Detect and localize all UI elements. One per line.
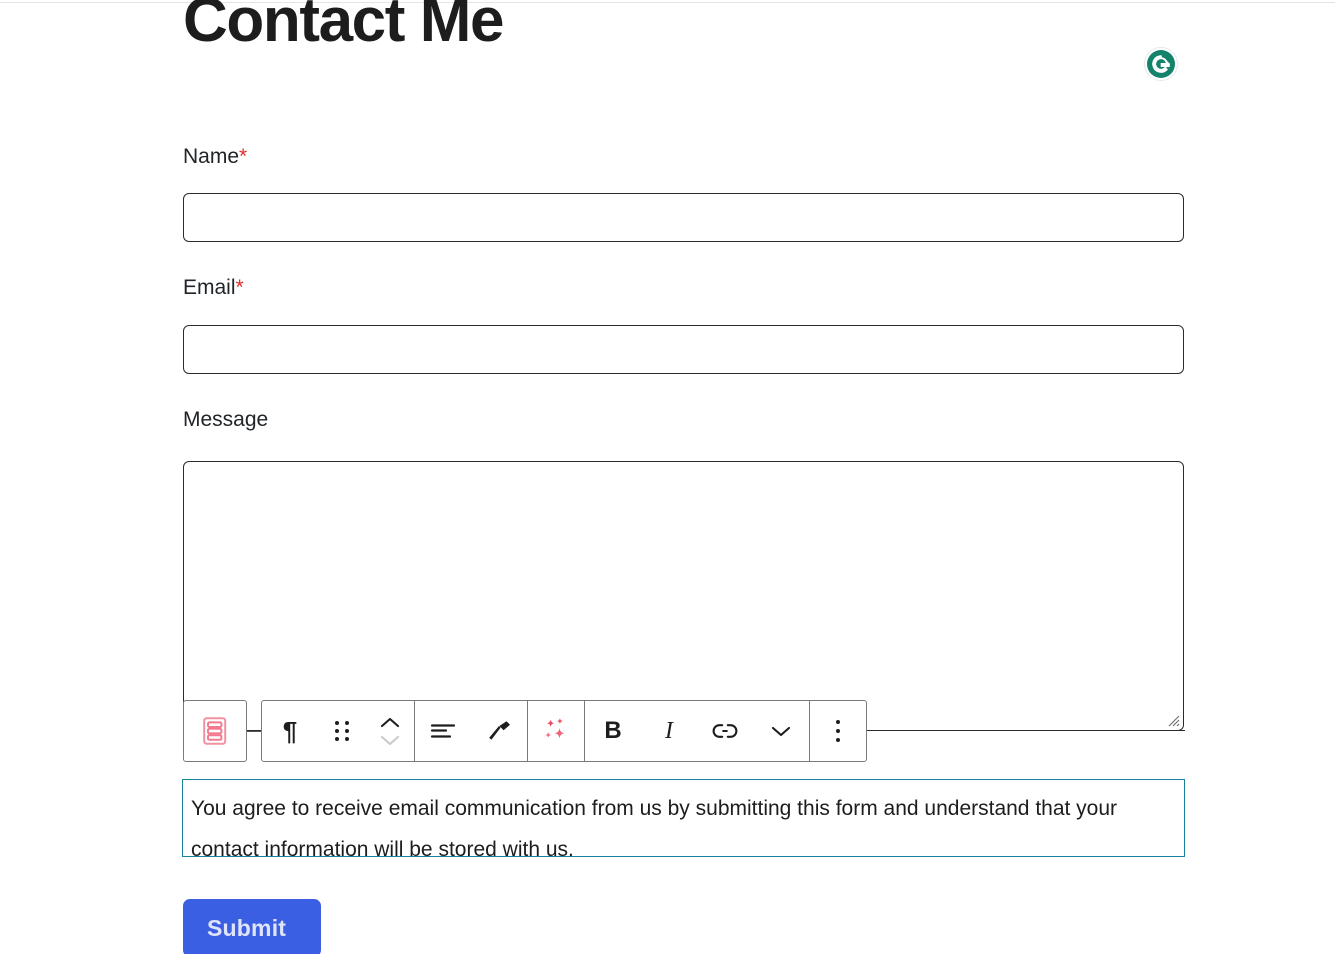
resize-grip-icon[interactable]	[1166, 713, 1180, 727]
email-label-text: Email	[183, 276, 236, 299]
drag-dots	[335, 721, 349, 741]
italic-icon[interactable]: I	[641, 701, 697, 761]
italic-glyph: I	[665, 718, 673, 744]
name-input[interactable]	[183, 193, 1184, 242]
chevron-down-icon[interactable]	[753, 701, 809, 761]
email-field-label: Email*	[183, 275, 244, 301]
ai-sparkles-icon[interactable]	[528, 701, 584, 761]
form-block-button[interactable]	[183, 700, 247, 762]
email-input[interactable]	[183, 325, 1184, 374]
email-required-marker: *	[235, 276, 244, 299]
block-editor-toolbar: ¶ B I	[183, 700, 867, 762]
hammer-glyph	[489, 721, 510, 740]
link-icon[interactable]	[697, 701, 753, 761]
grammarly-icon	[1144, 47, 1178, 81]
move-up-down-icon[interactable]	[366, 701, 414, 761]
message-field-label: Message	[183, 407, 268, 433]
sparkles-glyph	[545, 718, 565, 739]
highlight-icon[interactable]	[471, 701, 527, 761]
message-textarea[interactable]	[183, 461, 1184, 731]
name-label-text: Name	[183, 145, 240, 168]
page-title: Contact Me	[183, 0, 505, 55]
toolbar-connector	[247, 700, 261, 762]
form-block-icon	[203, 717, 227, 745]
align-left-glyph	[430, 724, 456, 738]
chevron-down-glyph	[771, 726, 791, 737]
toolbar-trailing-rule	[947, 730, 1185, 732]
message-label-text: Message	[183, 408, 269, 431]
paragraph-glyph: ¶	[282, 716, 298, 746]
chevron-stack	[380, 717, 400, 746]
toolbar-main-group: ¶ B I	[261, 700, 867, 762]
consent-text: You agree to receive email communication…	[191, 797, 1118, 861]
vertical-dots	[836, 720, 840, 742]
name-required-marker: *	[239, 145, 248, 168]
link-glyph	[712, 724, 738, 738]
contact-page: Contact Me Name* Email* Message ¶ B I Yo…	[0, 0, 1335, 954]
bold-icon[interactable]: B	[585, 701, 641, 761]
align-text-icon[interactable]	[415, 701, 471, 761]
grammarly-button[interactable]	[1143, 46, 1179, 82]
options-menu-icon[interactable]	[810, 701, 866, 761]
paragraph-block-icon[interactable]: ¶	[262, 701, 318, 761]
name-field-label: Name*	[183, 144, 247, 170]
bold-glyph: B	[604, 717, 622, 744]
submit-button[interactable]: Submit	[183, 899, 321, 954]
drag-handle-icon[interactable]	[318, 701, 366, 761]
consent-block[interactable]: You agree to receive email communication…	[182, 779, 1185, 861]
